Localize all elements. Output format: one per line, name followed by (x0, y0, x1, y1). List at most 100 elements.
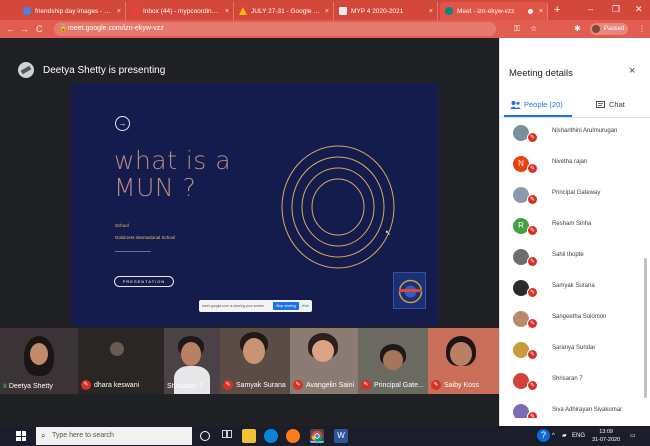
mic-off-icon: ✎ (527, 287, 538, 298)
url-text: meet.google.com/izn-ekyw-vzz (68, 25, 164, 32)
firefox-icon[interactable] (286, 429, 300, 443)
shared-slide: → what is a MUN ? School Goldcrest Inter… (71, 83, 438, 326)
participant-tile[interactable]: ✎ Avangelin Saini (290, 328, 358, 394)
people-list-name: Saranya Sundar (552, 345, 596, 351)
close-tab-icon[interactable]: × (539, 8, 543, 15)
arrow-right-icon: → (115, 116, 130, 131)
slide-headline-line1: what is a (114, 146, 232, 175)
participant-tile[interactable]: ✎ dhara keswani (78, 328, 164, 394)
video-feed-face (110, 342, 124, 356)
mic-off-icon: ✎ (223, 380, 233, 390)
people-list-item[interactable]: ✎ Sahil thopte (500, 246, 646, 277)
slide-school-label: School (115, 223, 129, 228)
people-list-item[interactable]: R ✎ Resham Sinha (500, 215, 646, 246)
participant-tile[interactable]: ✎ Saiby Koss (428, 328, 499, 394)
edge-icon[interactable] (264, 429, 278, 443)
people-list-item[interactable]: ✎ Shrisaran 7 (500, 370, 646, 401)
people-list-item[interactable]: ✎ Saranya Sundar (500, 339, 646, 370)
participant-tile[interactable]: ✎ Samyak Surana (220, 328, 290, 394)
file-explorer-icon[interactable] (242, 429, 256, 443)
slide-divider (115, 251, 151, 252)
profile-button[interactable]: Paused (590, 23, 628, 35)
mic-off-icon: ✎ (293, 380, 303, 390)
people-list-name: Shrisaran 7 (552, 376, 583, 382)
participant-name-tag: ıIı Deetya Shetty (3, 383, 53, 390)
address-bar[interactable]: 🔒 meet.google.com/izn-ekyw-vzz (54, 22, 496, 36)
browser-tab-myp[interactable]: MYP 4 2020-2021 × (334, 2, 438, 20)
tab-title: friendship day images - Goog (35, 7, 113, 15)
participant-strip: ıIı Deetya Shetty ✎ dhara keswani Shrisa… (0, 328, 499, 396)
close-tab-icon[interactable]: × (325, 8, 329, 15)
close-tab-icon[interactable]: × (117, 8, 121, 15)
maximize-button[interactable]: ❐ (612, 2, 620, 16)
mic-off-icon: ✎ (527, 132, 538, 143)
browser-tab-inbox[interactable]: Inbox (44) - mypcoordinator@ × (126, 2, 234, 20)
participant-name: Principal Gate... (374, 381, 424, 389)
participant-name-tag: ✎ Avangelin Saini (293, 380, 354, 390)
close-tab-icon[interactable]: × (225, 8, 229, 15)
people-list-item[interactable]: N ✎ Nivetha rajan (500, 153, 646, 184)
task-view-icon[interactable] (220, 429, 234, 443)
taskbar-search-input[interactable]: ⌕ Type here to search (36, 427, 192, 445)
windows-start-icon[interactable] (16, 431, 26, 441)
cortana-icon[interactable] (200, 431, 210, 441)
tab-chat[interactable]: Chat (596, 100, 625, 109)
chrome-icon[interactable] (310, 429, 324, 443)
forward-button[interactable]: → (20, 22, 29, 36)
people-list-item[interactable]: ✎ Nishanthini Arulmurugan (500, 122, 646, 153)
browser-tab-drive[interactable]: JULY 27-31 - Google Drive × (234, 2, 334, 20)
browser-toolbar: ← → C 🔒 meet.google.com/izn-ekyw-vzz ⚿ ☆… (0, 20, 650, 38)
tray-overflow-icon[interactable]: ^ (552, 429, 555, 443)
key-icon[interactable]: ⚿ (514, 22, 520, 36)
people-list-name: Sahil thopte (552, 252, 584, 258)
close-tab-icon[interactable]: × (429, 8, 433, 15)
slide-presentation-button: PRESENTATION (114, 276, 174, 287)
network-icon[interactable]: ▰ (562, 429, 567, 443)
search-placeholder: Type here to search (52, 432, 114, 439)
notifications-icon[interactable]: ▭ (630, 429, 636, 443)
hide-button[interactable]: Hide (302, 304, 309, 308)
meet-stage: Deetya Shetty is presenting → what is a … (0, 38, 499, 426)
people-list-name: Principal Gateway (552, 190, 601, 196)
stop-sharing-button[interactable]: Stop sharing (273, 302, 299, 310)
new-tab-button[interactable]: + (554, 3, 560, 17)
participant-name-tag: ✎ Saiby Koss (431, 380, 479, 390)
video-feed-face (30, 343, 48, 365)
back-button[interactable]: ← (6, 22, 15, 36)
browser-tab-meet[interactable]: Meet - izn-ekyw-vzz × (440, 2, 548, 20)
participant-tile[interactable]: Shrisaran 7 (164, 328, 220, 394)
reload-button[interactable]: C (36, 22, 43, 36)
star-icon[interactable]: ☆ (530, 22, 537, 36)
participant-name-tag: Shrisaran 7 (167, 383, 203, 390)
people-list-item[interactable]: ✎ Siva Adhirayan Sivakumar (500, 401, 646, 418)
people-list-name: Nishanthini Arulmurugan (552, 128, 618, 134)
tab-people[interactable]: People (20) (510, 100, 563, 109)
browser-tab-friendship[interactable]: friendship day images - Goog × (18, 2, 126, 20)
participant-tile[interactable]: ✎ Principal Gate... (358, 328, 428, 394)
help-icon[interactable]: ? (537, 429, 550, 442)
slide-headline-line2: MUN ? (114, 173, 197, 202)
slide-school-name: Goldcrest International School (115, 235, 176, 240)
avatar (592, 25, 600, 33)
participant-name: Samyak Surana (236, 381, 286, 389)
close-window-button[interactable]: ✕ (635, 2, 643, 16)
browser-menu-icon[interactable]: ⋮ (638, 22, 646, 36)
participant-name: Avangelin Saini (306, 381, 355, 389)
taskbar-clock[interactable]: 13:09 31-07-2020 (592, 428, 620, 444)
people-list-item[interactable]: ✎ Sangeetha Solomon (500, 308, 646, 339)
browser-tab-bar: friendship day images - Goog × Inbox (44… (0, 0, 650, 20)
video-feed-face (243, 338, 265, 364)
people-list-item[interactable]: ✎ Principal Gateway (500, 184, 646, 215)
participant-name-tag: ✎ Principal Gate... (361, 380, 424, 390)
people-list-scrollbar[interactable] (644, 258, 647, 398)
people-list-item[interactable]: ✎ Samyak Surana (500, 277, 646, 308)
tab-title: MYP 4 2020-2021 (351, 7, 404, 15)
participant-tile[interactable]: ıIı Deetya Shetty (0, 328, 78, 394)
tray-language[interactable]: ENG (572, 429, 585, 443)
extensions-icon[interactable]: ✱ (574, 22, 581, 36)
minimize-button[interactable]: – (588, 2, 593, 16)
word-icon[interactable]: W (334, 429, 348, 443)
mic-off-icon: ✎ (527, 225, 538, 236)
concentric-rings-graphic (281, 145, 395, 269)
close-panel-button[interactable]: × (629, 65, 635, 77)
